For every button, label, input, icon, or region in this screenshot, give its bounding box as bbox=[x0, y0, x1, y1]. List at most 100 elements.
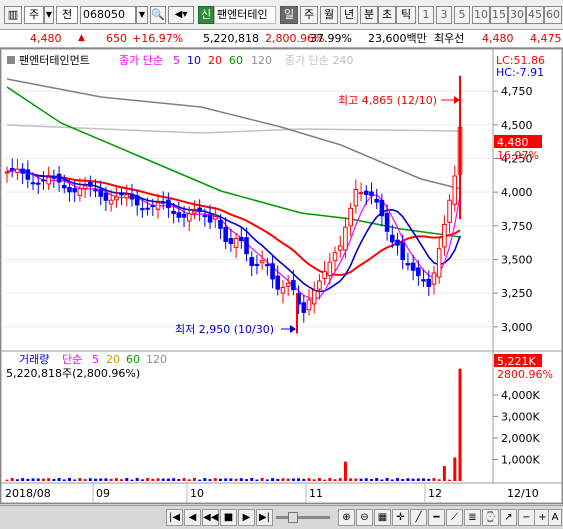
market-select[interactable]: 주 bbox=[24, 6, 44, 24]
period-tick-button[interactable]: 틱 bbox=[396, 6, 416, 24]
volume-bar bbox=[338, 478, 342, 481]
candle-body bbox=[140, 208, 145, 211]
interval-5-button[interactable]: 5 bbox=[454, 6, 470, 24]
trend-icon[interactable]: ⟋ bbox=[446, 509, 463, 526]
volume-bar bbox=[104, 478, 108, 481]
period-month-button[interactable]: 월 bbox=[320, 6, 338, 24]
interval-60-button[interactable]: 60 bbox=[544, 6, 562, 24]
candle-body bbox=[197, 207, 202, 213]
candle-body bbox=[426, 278, 432, 287]
stop-icon[interactable]: ■ bbox=[220, 509, 237, 526]
volume-bar bbox=[333, 479, 337, 481]
volume-bar bbox=[36, 478, 40, 481]
x-label-12-10: 12/10 bbox=[507, 487, 539, 500]
interval-3-button[interactable]: 3 bbox=[436, 6, 452, 24]
stock-code-input[interactable]: 068050 bbox=[80, 6, 136, 24]
volume-bar bbox=[161, 478, 165, 481]
scroll-slider-thumb[interactable] bbox=[288, 512, 298, 523]
candle-body bbox=[442, 223, 447, 248]
period-second-button[interactable]: 초 bbox=[378, 6, 396, 24]
period-week-button[interactable]: 주 bbox=[300, 6, 318, 24]
hline-icon[interactable]: ━ bbox=[428, 509, 445, 526]
period-minute-button[interactable]: 분 bbox=[360, 6, 378, 24]
x-label-09: 09 bbox=[96, 487, 110, 500]
minus-icon[interactable]: − bbox=[518, 509, 535, 526]
candle-body bbox=[212, 216, 218, 220]
price-tick-label: 3,500 bbox=[501, 253, 533, 266]
chart-area[interactable]: 팬엔터테인먼트 종가 단순 5 10 20 60 120 종가 단순 240 L… bbox=[0, 48, 563, 504]
expand-icon[interactable]: ↗ bbox=[500, 509, 517, 526]
interval-10-button[interactable]: 10 bbox=[472, 6, 490, 24]
candle-body bbox=[358, 192, 364, 195]
volume-legend-ma60: 60 bbox=[126, 353, 140, 366]
candle-body bbox=[46, 176, 51, 185]
market-dropdown-icon[interactable]: ▼ bbox=[44, 6, 54, 24]
interval-15-label: 15 bbox=[492, 8, 506, 21]
price-tick-label: 4,000 bbox=[501, 186, 533, 199]
candle-body bbox=[265, 264, 270, 267]
interval-1-button[interactable]: 1 bbox=[418, 6, 434, 24]
interval-45-button[interactable]: 45 bbox=[526, 6, 544, 24]
candle-body bbox=[436, 248, 442, 278]
volume-bar bbox=[151, 478, 155, 481]
volume-bar bbox=[198, 479, 202, 481]
candle-body bbox=[322, 271, 327, 279]
next-icon[interactable]: ▶ bbox=[238, 509, 255, 526]
candle-body bbox=[103, 192, 109, 201]
period-icon[interactable]: ⌚ bbox=[482, 509, 499, 526]
high-annotation: 최고 4,865 (12/10) bbox=[338, 94, 437, 107]
period-day-button[interactable]: 일 bbox=[280, 6, 298, 24]
x-label-12: 12 bbox=[428, 487, 442, 500]
prev-icon[interactable]: ◀◀ bbox=[202, 509, 219, 526]
volume-bar bbox=[78, 478, 82, 481]
volume-bar bbox=[458, 368, 462, 481]
new-badge: 신 bbox=[198, 6, 214, 24]
volume-bar bbox=[229, 478, 233, 481]
volume-bar bbox=[448, 479, 452, 481]
zoom-out-icon[interactable]: ⊖ bbox=[356, 509, 373, 526]
last-page-icon[interactable]: ▶| bbox=[256, 509, 273, 526]
volume-bar bbox=[83, 479, 87, 481]
scroll-slider-track[interactable] bbox=[276, 516, 330, 519]
volume-bar bbox=[234, 478, 238, 481]
candle-body bbox=[30, 182, 36, 185]
candle-body bbox=[171, 210, 176, 214]
code-dropdown-icon[interactable]: ▼ bbox=[136, 6, 148, 24]
candle-body bbox=[145, 207, 150, 210]
volume-bar bbox=[406, 478, 410, 481]
candle-body bbox=[374, 198, 379, 203]
text-tool-icon[interactable]: A bbox=[548, 509, 562, 526]
volume-bar bbox=[192, 477, 196, 481]
prev-page-icon[interactable]: ◀ bbox=[184, 509, 201, 526]
candle-body bbox=[218, 219, 223, 229]
first-page-icon[interactable]: |◀ bbox=[166, 509, 183, 526]
candle-body bbox=[20, 168, 25, 174]
volume-bar bbox=[26, 478, 30, 481]
chart-type-icon[interactable]: ▦ bbox=[374, 509, 391, 526]
fib-icon[interactable]: ≣ bbox=[464, 509, 481, 526]
speaker-icon[interactable]: ◀▾ bbox=[168, 6, 194, 24]
zoom-in-icon[interactable]: ⊕ bbox=[338, 509, 355, 526]
stock-chart-svg[interactable]: 팬엔터테인먼트 종가 단순 5 10 20 60 120 종가 단순 240 L… bbox=[0, 48, 563, 504]
range-select[interactable]: 전 bbox=[56, 6, 78, 24]
interval-60-label: 60 bbox=[546, 8, 560, 21]
interval-30-button[interactable]: 30 bbox=[508, 6, 526, 24]
candle-body bbox=[291, 280, 296, 291]
volume-bar bbox=[99, 478, 103, 481]
search-icon[interactable]: 🔍 bbox=[150, 6, 166, 24]
volume-bar bbox=[411, 478, 415, 481]
volume-bar bbox=[172, 478, 176, 481]
period-year-button[interactable]: 년 bbox=[340, 6, 358, 24]
current-price-tag: 4,480 bbox=[497, 136, 529, 149]
bottom-toolbar: |◀ ◀ ◀◀ ■ ▶ ▶| ⊕ ⊖ ▦ ✛ ╱ ━ ⟋ ≣ ⌚ ↗ − + A bbox=[0, 505, 563, 529]
crosshair-icon[interactable]: ✛ bbox=[392, 509, 409, 526]
legend-ma-label: 종가 단순 bbox=[119, 54, 163, 67]
chart-menu-icon[interactable]: ▥ bbox=[4, 6, 22, 24]
interval-15-button[interactable]: 15 bbox=[490, 6, 508, 24]
draw-line-icon[interactable]: ╱ bbox=[410, 509, 427, 526]
volume-bar bbox=[47, 478, 51, 481]
candle-body bbox=[379, 199, 385, 217]
candle-body bbox=[348, 207, 353, 227]
volume-bar bbox=[10, 478, 14, 481]
volume-bar bbox=[5, 479, 9, 481]
